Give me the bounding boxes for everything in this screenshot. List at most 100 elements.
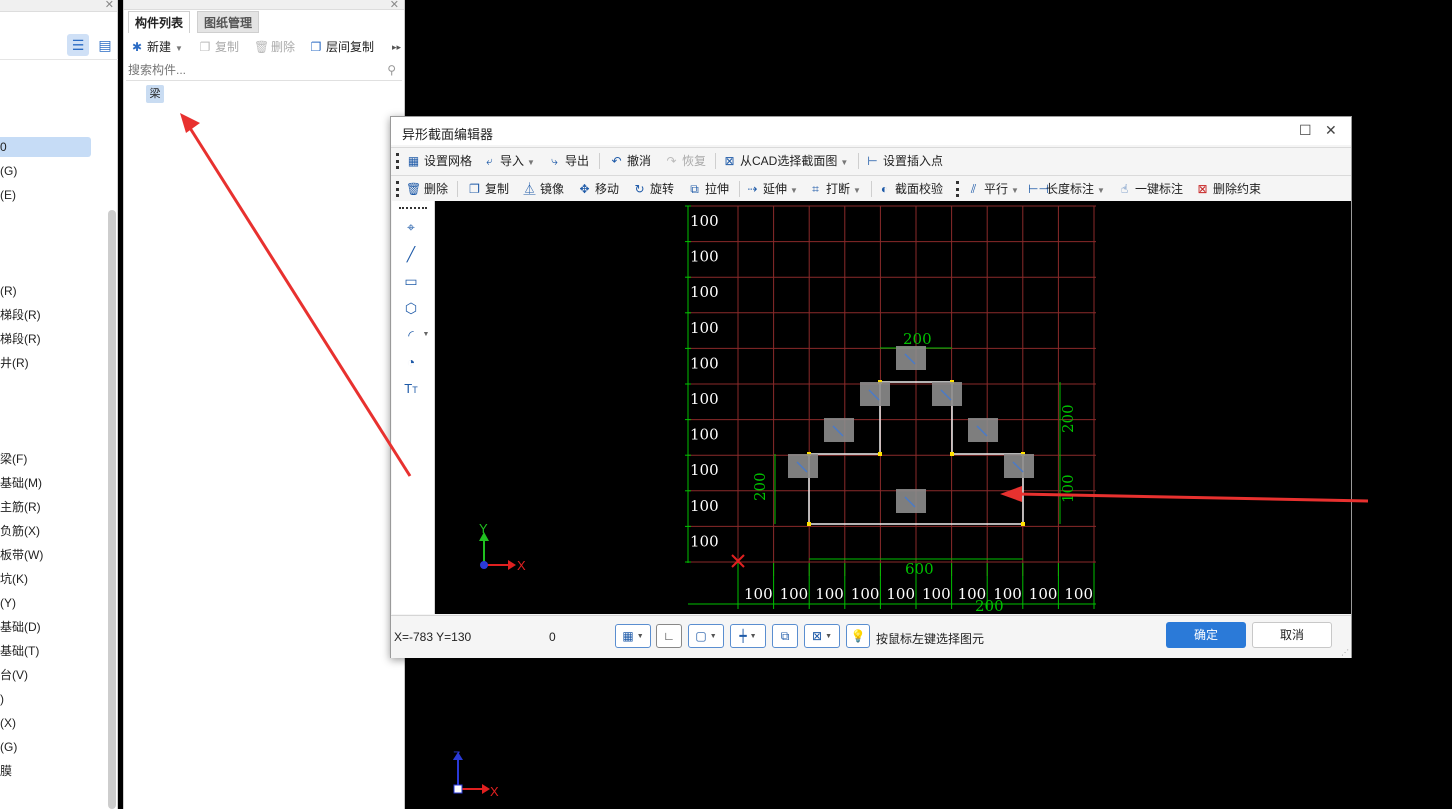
row-dimension-label: 100	[690, 319, 719, 337]
detail-view-icon[interactable]: ▤	[94, 34, 116, 56]
hint-toggle[interactable]: 💡	[846, 624, 870, 648]
tree-item[interactable]: 梯段(R)	[0, 305, 41, 325]
tree-item[interactable]: )	[0, 689, 4, 709]
set-insert-point-label: 设置插入点	[883, 154, 944, 168]
tree-item[interactable]: 台(V)	[0, 665, 28, 685]
tree-item[interactable]: 主筋(R)	[0, 497, 41, 517]
row-dimension-label: 100	[690, 461, 719, 479]
move-icon: ✥	[579, 182, 590, 196]
polygon-tool-icon[interactable]: ⬡	[400, 298, 422, 318]
break-button[interactable]: ⌗ 打断 ▼	[808, 180, 861, 198]
tree-item[interactable]: (G)	[0, 161, 17, 181]
drawing-canvas[interactable]: 100 100 100 100 100 100 100 100 100 100 100 100 100 1…	[435, 201, 1351, 614]
delete-button[interactable]: 🗑 删除	[406, 180, 448, 198]
tab-component-list[interactable]: 构件列表	[128, 11, 191, 33]
shape-snap-toggle[interactable]: ▢ ▼	[688, 624, 724, 648]
point-tool-icon[interactable]: ⌖	[400, 217, 422, 237]
set-insert-point-button[interactable]: ⊢ 设置插入点	[865, 152, 943, 170]
text-tool-icon[interactable]: TT	[400, 379, 422, 399]
tree-item[interactable]: 井(R)	[0, 353, 29, 373]
undo-button[interactable]: ↶ 撤消	[609, 152, 651, 170]
chevron-down-icon[interactable]: ▼	[422, 325, 430, 345]
select-from-cad-button[interactable]: ⊠ 从CAD选择截面图 ▼	[722, 152, 848, 170]
scrollbar[interactable]	[108, 210, 116, 809]
cad-drawing[interactable]: 100 100 100 100 100 100 100 100 100 100 100 100 100 1…	[435, 201, 1351, 614]
tree-item[interactable]: 基础(T)	[0, 641, 39, 661]
ortho-toggle[interactable]: ∟	[656, 624, 682, 648]
tree-item[interactable]: (R)	[0, 281, 17, 301]
grid-snap-toggle[interactable]: ▦ ▼	[615, 624, 651, 648]
copy-label: 复制	[215, 40, 240, 54]
tree-item[interactable]: (X)	[0, 713, 16, 733]
floor-copy-button[interactable]: ❐ 层间复制	[309, 38, 374, 56]
status-value: 0	[549, 630, 556, 644]
rectangle-tool-icon[interactable]: ▭	[400, 271, 422, 291]
delete-constraint-button[interactable]: ⊠ 删除约束	[1195, 180, 1261, 198]
stretch-button[interactable]: ⧉ 拉伸	[687, 180, 729, 198]
search-box: ⚲	[126, 61, 402, 81]
copy-button[interactable]: ❐ 复制	[467, 180, 509, 198]
maximize-icon[interactable]: ☐	[1299, 122, 1312, 139]
export-button[interactable]: ⤷ 导出	[547, 152, 589, 170]
tree-item[interactable]: (G)	[0, 737, 17, 757]
component-item-beam[interactable]: 梁	[146, 85, 164, 103]
import-button[interactable]: ⤶ 导入 ▼	[482, 152, 535, 170]
search-input[interactable]	[126, 61, 376, 79]
section-check-button[interactable]: ◐ 截面校验	[877, 180, 943, 198]
separator	[599, 153, 600, 169]
mirror-button[interactable]: ⏅ 镜像	[522, 180, 564, 198]
origin-dot	[480, 561, 488, 569]
chevron-down-icon: ▼	[175, 44, 183, 53]
resize-grip-icon[interactable]: ⋰	[1341, 648, 1349, 657]
toolbar-grip[interactable]	[956, 181, 959, 197]
tree-item[interactable]: 板带(W)	[0, 545, 43, 565]
more-icon[interactable]: ▸▸	[392, 38, 401, 56]
toolbar-grip[interactable]	[399, 207, 427, 209]
tree-item[interactable]: 负筋(X)	[0, 521, 40, 541]
dialog-title: 异形截面编辑器	[402, 127, 494, 142]
tree-item[interactable]: 坑(K)	[0, 569, 28, 589]
dim-left-label: 200	[751, 472, 769, 501]
close-icon[interactable]: ✕	[1325, 122, 1337, 139]
one-click-dimension-button[interactable]: ☝ 一键标注	[1117, 180, 1183, 198]
length-dimension-button[interactable]: ⊢⊣长度标注 ▼	[1028, 180, 1105, 198]
select-mode-toggle[interactable]: ⊠ ▼	[804, 624, 840, 648]
tree-item[interactable]: 梯段(R)	[0, 329, 41, 349]
parallel-button[interactable]: ⫽ 平行 ▼	[966, 180, 1019, 198]
undo-label: 撤消	[627, 154, 652, 168]
search-icon[interactable]: ⚲	[387, 63, 396, 77]
close-icon[interactable]: ✕	[390, 0, 399, 11]
new-button[interactable]: ✱ 新建 ▼	[130, 38, 183, 56]
close-icon[interactable]: ✕	[105, 0, 114, 11]
cancel-button[interactable]: 取消	[1252, 622, 1332, 648]
tree-item[interactable]: (Y)	[0, 593, 16, 613]
rotate-button[interactable]: ↻ 旋转	[632, 180, 674, 198]
separator	[739, 181, 740, 197]
tree-item[interactable]: 基础(D)	[0, 617, 41, 637]
toolbar-grip[interactable]	[396, 181, 399, 197]
overlap-toggle[interactable]: ⧉	[772, 624, 798, 648]
dialog-titlebar: 异形截面编辑器 ☐ ✕	[391, 117, 1351, 145]
circle-tool-icon[interactable]: ◔	[400, 352, 422, 372]
tab-drawing-management[interactable]: 图纸管理	[197, 11, 260, 33]
toolbar-grip[interactable]	[396, 153, 399, 169]
chevron-down-icon: ▼	[749, 632, 757, 640]
tree-item[interactable]: (E)	[0, 185, 16, 205]
tree-item[interactable]: 膜	[0, 761, 12, 781]
tree-item[interactable]: 0	[0, 137, 91, 157]
set-grid-button[interactable]: ▦ 设置网格	[406, 152, 472, 170]
tree-item[interactable]: 基础(M)	[0, 473, 42, 493]
vertex-marker	[807, 522, 811, 526]
import-icon: ⤶	[486, 154, 493, 168]
point-snap-toggle[interactable]: ┿ ▼	[730, 624, 766, 648]
extend-button[interactable]: ⇢ 延伸 ▼	[745, 180, 797, 198]
line-tool-icon[interactable]: ╱	[400, 244, 422, 264]
tree-item[interactable]: 梁(F)	[0, 449, 27, 469]
copy-button[interactable]: ❐ 复制	[198, 38, 239, 56]
redo-button[interactable]: ↷ 恢复	[664, 152, 706, 170]
move-button[interactable]: ✥ 移动	[577, 180, 619, 198]
list-view-icon[interactable]: ☰	[67, 34, 89, 56]
ok-button[interactable]: 确定	[1166, 622, 1246, 648]
arc-tool-icon[interactable]: ◜	[400, 325, 422, 345]
delete-button[interactable]: 🗑 删除	[254, 38, 295, 56]
